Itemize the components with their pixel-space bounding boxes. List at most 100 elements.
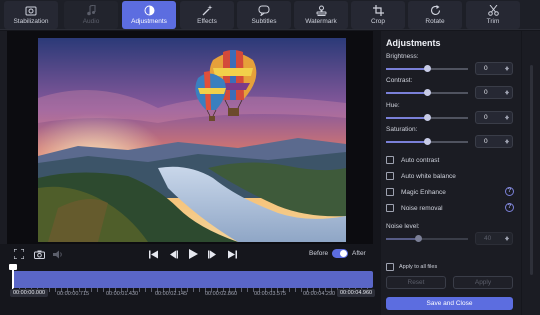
stepper-value: 40 [484,235,492,242]
hue-label: Hue: [386,102,400,109]
tab-effects[interactable]: Effects [180,1,234,29]
tab-stabilization[interactable]: Stabilization [4,1,58,29]
tab-label: Effects [197,18,217,25]
timeline-track[interactable] [13,271,373,288]
checkbox-box[interactable] [386,172,394,180]
save-and-close-button[interactable]: Save and Close [386,297,513,310]
slider-knob[interactable] [415,235,423,242]
stepper-value: 0 [484,65,488,72]
tab-label: Audio [82,18,100,25]
noise-level-label: Noise level: [386,223,420,230]
auto-white-balance-checkbox[interactable]: Auto white balance [386,172,456,180]
noise-level-slider[interactable] [386,235,468,242]
slider-knob[interactable] [423,89,431,96]
playhead-handle[interactable] [9,264,17,290]
checkbox-box[interactable] [386,156,394,164]
slider-knob[interactable] [423,65,431,72]
saturation-slider[interactable] [386,138,468,145]
checkbox-label: Magic Enhance [401,188,446,196]
checkbox-label: Auto white balance [401,172,456,180]
video-preview-image [38,38,346,242]
checkbox-label: Noise removal [401,204,443,212]
skip-to-start-icon[interactable] [147,248,159,260]
hue-slider[interactable] [386,114,468,121]
stepper-down-icon[interactable] [505,117,509,120]
stepper-down-icon[interactable] [505,92,509,95]
checkbox-label: Auto contrast [401,156,440,164]
before-label: Before [309,250,329,257]
panel-scrollbar[interactable] [530,65,533,275]
speech-bubble-icon [258,5,270,16]
slider-fill [386,68,427,70]
checkbox-box[interactable] [386,204,394,212]
snapshot-camera-icon[interactable] [33,248,45,260]
stamp-icon [315,5,327,16]
stepper-value: 0 [484,114,488,121]
tab-label: Watermark [305,18,337,25]
slider-knob[interactable] [423,138,431,145]
tick-label: 00:00:02.145 [155,291,188,297]
current-time-label: 00:00:00.000 [10,289,49,297]
tab-audio[interactable]: Audio [64,1,118,29]
tab-label: Rotate [425,18,445,25]
apply-to-all-checkbox[interactable]: Apply to all files [386,263,437,271]
magic-enhance-checkbox[interactable]: Magic Enhance [386,188,446,196]
end-time-label: 00:00:04.960 [337,289,376,297]
fullscreen-icon[interactable] [13,248,25,260]
player-controls: Before After [7,244,373,264]
volume-icon[interactable] [52,248,64,260]
next-frame-icon[interactable] [206,248,218,260]
crop-icon [372,5,384,16]
tick-label: 00:00:01.430 [106,291,139,297]
slider-fill [386,117,427,119]
skip-to-end-icon[interactable] [226,248,238,260]
scissors-icon [487,5,499,16]
hue-stepper[interactable]: 0 [475,111,513,124]
checkbox-box[interactable] [386,188,394,196]
tick-label: 00:00:02.860 [205,291,238,297]
tick-label: 00:00:03.575 [254,291,287,297]
reset-button[interactable]: Reset [386,276,446,289]
stepper-value: 0 [484,138,488,145]
brightness-slider[interactable] [386,65,468,72]
help-icon[interactable]: ? [505,187,514,196]
help-icon[interactable]: ? [505,203,514,212]
stabilization-icon [25,5,37,16]
magic-wand-icon [201,5,213,16]
noise-level-stepper[interactable]: 40 [475,232,513,245]
stepper-value: 0 [484,89,488,96]
apply-button[interactable]: Apply [453,276,513,289]
tick-label: 00:00:00.715 [57,291,90,297]
tab-label: Stabilization [13,18,49,25]
stepper-down-icon[interactable] [505,68,509,71]
before-after-toggle[interactable] [332,249,348,258]
auto-contrast-checkbox[interactable]: Auto contrast [386,156,439,164]
music-note-icon [85,5,97,16]
contrast-slider[interactable] [386,89,468,96]
stepper-down-icon[interactable] [505,238,509,241]
play-icon[interactable] [187,248,199,260]
adjustments-icon [143,5,155,16]
saturation-stepper[interactable]: 0 [475,135,513,148]
noise-removal-checkbox[interactable]: Noise removal [386,204,443,212]
brightness-label: Brightness: [386,53,419,60]
tab-trim[interactable]: Trim [466,1,520,29]
tick-label: 00:00:04.290 [303,291,336,297]
tab-crop[interactable]: Crop [351,1,405,29]
toolbar: Stabilization Audio Adjustments Effects … [0,0,540,30]
tab-rotate[interactable]: Rotate [408,1,462,29]
stepper-down-icon[interactable] [505,141,509,144]
slider-knob[interactable] [423,114,431,121]
contrast-stepper[interactable]: 0 [475,86,513,99]
panel-scroll-area [522,31,540,315]
after-label: After [352,250,366,257]
brightness-stepper[interactable]: 0 [475,62,513,75]
slider-fill [386,141,427,143]
tab-watermark[interactable]: Watermark [294,1,348,29]
tab-adjustments[interactable]: Adjustments [122,1,176,29]
checkbox-box[interactable] [386,263,394,271]
previous-frame-icon[interactable] [167,248,179,260]
slider-fill [386,238,419,240]
tab-subtitles[interactable]: Subtitles [237,1,291,29]
contrast-label: Contrast: [386,77,413,84]
